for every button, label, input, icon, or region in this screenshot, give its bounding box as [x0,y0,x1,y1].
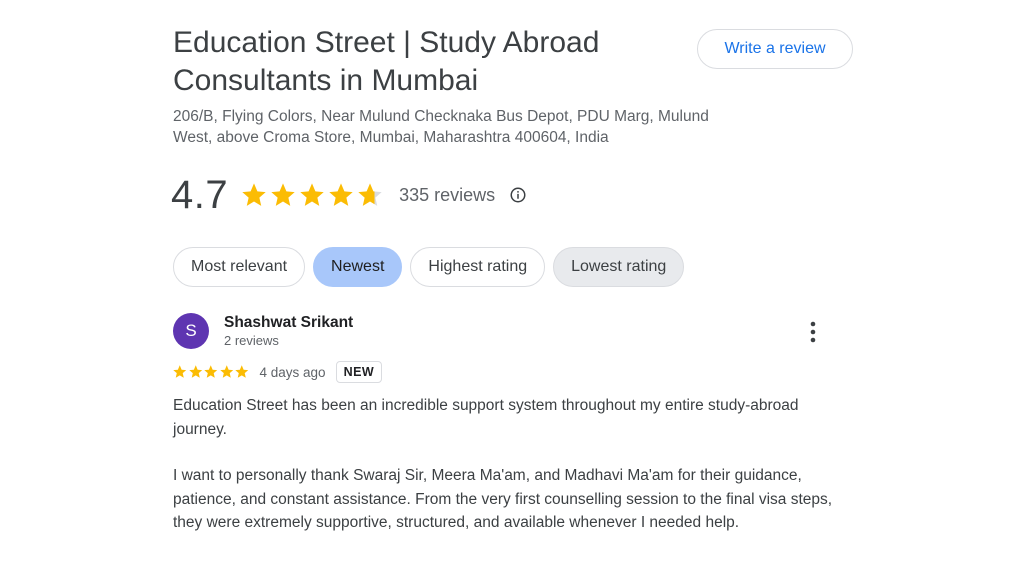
info-icon[interactable] [509,186,527,204]
star-partial-icon [358,183,382,206]
star-full-icon [300,183,324,206]
review-time: 4 days ago [259,364,326,380]
reviewer-review-count: 2 reviews [224,333,279,348]
reviewer-name[interactable]: Shashwat Srikant [224,313,353,332]
star-full-icon [329,183,353,206]
star-full-icon [188,365,202,379]
business-title: Education Street | Study Abroad Consulta… [173,26,600,97]
rating-stars [240,181,385,209]
star-full-icon [242,183,266,206]
review-count: 335 reviews [399,184,496,205]
sort-chips: Most relevant Newest Highest rating Lowe… [173,247,685,287]
rating-summary: 4.7 335 reviews [171,170,527,220]
chip-highest-rating[interactable]: Highest rating [410,247,546,287]
review-stars [172,364,250,380]
review-paragraph: I want to personally thank Swaraj Sir, M… [173,467,833,531]
reviews-panel: Education Street | Study Abroad Consulta… [0,0,1024,576]
star-full-icon [219,365,233,379]
rating-value: 4.7 [171,172,229,217]
review-paragraph: Education Street has been an incredible … [173,397,799,438]
chip-most-relevant[interactable]: Most relevant [173,247,306,287]
new-badge: NEW [335,361,383,383]
more-vert-icon [810,321,816,343]
review-body: Education Street has been an incredible … [173,394,833,535]
chip-lowest-rating[interactable]: Lowest rating [553,247,685,287]
star-full-icon [271,183,295,206]
chip-newest[interactable]: Newest [313,247,403,287]
reviewer-header: S Shashwat Srikant 2 reviews [173,313,353,349]
more-options-button[interactable] [803,318,823,346]
star-full-icon [235,365,249,379]
star-full-icon [173,365,187,379]
business-address: 206/B, Flying Colors, Near Mulund Checkn… [173,108,709,146]
write-review-button[interactable]: Write a review [697,29,853,69]
star-full-icon [204,365,218,379]
reviewer-info: Shashwat Srikant 2 reviews [224,313,353,349]
review-meta: 4 days ago NEW [172,360,383,384]
avatar[interactable]: S [173,313,209,349]
